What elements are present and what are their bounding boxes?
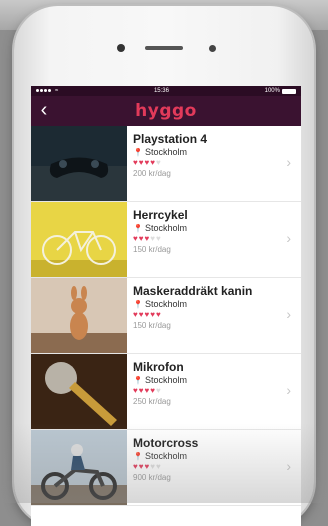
item-location: 📍 Stockholm — [133, 299, 301, 309]
location-text: Stockholm — [144, 451, 187, 461]
list-item[interactable]: Herrcykel 📍 Stockholm ♥♥♥♥♥ 150 kr/dag › — [31, 202, 301, 278]
item-thumbnail — [31, 430, 127, 505]
battery-icon — [281, 88, 296, 94]
item-location: 📍 Stockholm — [133, 147, 301, 157]
item-title: Herrcykel — [133, 208, 188, 222]
location-text: Stockholm — [144, 147, 187, 157]
front-camera — [117, 44, 125, 52]
location-text: Stockholm — [144, 375, 187, 385]
wifi-icon: ≈ — [55, 88, 59, 94]
item-title: Playstation 4 — [133, 132, 208, 146]
item-thumbnail — [31, 126, 127, 201]
pin-icon: 📍 — [133, 375, 143, 385]
status-bar: ≈ 15:36 100% — [31, 86, 301, 96]
speaker-grille — [145, 46, 183, 50]
item-title: Mikrofon — [133, 360, 184, 374]
rating-stars: ♥♥♥♥♥ — [133, 386, 162, 395]
rating-stars: ♥♥♥♥♥ — [133, 234, 162, 243]
item-price: 900 kr/dag — [133, 473, 171, 482]
item-price: 250 kr/dag — [133, 397, 171, 406]
item-info: Herrcykel 📍 Stockholm ♥♥♥♥♥ 150 kr/dag — [127, 202, 301, 277]
list-item[interactable]: Maskeraddräkt kanin 📍 Stockholm ♥♥♥♥♥ 15… — [31, 278, 301, 354]
app-logo: hyggo — [135, 101, 197, 121]
location-text: Stockholm — [144, 223, 187, 233]
pin-icon: 📍 — [133, 147, 143, 157]
item-info: Mikrofon 📍 Stockholm ♥♥♥♥♥ 250 kr/dag — [127, 354, 301, 429]
status-time: 15:36 — [153, 88, 169, 94]
rating-stars: ♥♥♥♥♥ — [133, 462, 162, 471]
item-info: Motorcross 📍 Stockholm ♥♥♥♥♥ 900 kr/dag — [127, 430, 301, 505]
back-button[interactable]: ‹ — [37, 99, 51, 121]
status-left: ≈ — [36, 88, 58, 94]
item-location: 📍 Stockholm — [133, 375, 301, 385]
rating-stars: ♥♥♥♥♥ — [133, 158, 162, 167]
app-screen: ≈ 15:36 100% ‹ hyggo Playstation 4 📍 Sto… — [31, 86, 301, 526]
pin-icon: 📍 — [133, 223, 143, 233]
chevron-right-icon: › — [286, 382, 291, 398]
item-title: Maskeraddräkt kanin — [133, 284, 253, 298]
item-price: 200 kr/dag — [133, 169, 171, 178]
item-location: 📍 Stockholm — [133, 451, 301, 461]
battery-indicator: 100% — [265, 88, 296, 94]
navigation-bar: ‹ hyggo — [31, 96, 301, 126]
chevron-left-icon: ‹ — [40, 99, 48, 121]
chevron-right-icon: › — [286, 230, 291, 246]
list-item[interactable]: Mikrofon 📍 Stockholm ♥♥♥♥♥ 250 kr/dag › — [31, 354, 301, 430]
item-price: 150 kr/dag — [133, 321, 171, 330]
list-item[interactable]: Playstation 4 📍 Stockholm ♥♥♥♥♥ 200 kr/d… — [31, 126, 301, 202]
phone-frame: ≈ 15:36 100% ‹ hyggo Playstation 4 📍 Sto… — [14, 6, 314, 526]
battery-percent: 100% — [264, 88, 280, 94]
item-location: 📍 Stockholm — [133, 223, 301, 233]
pin-icon: 📍 — [133, 299, 143, 309]
location-text: Stockholm — [144, 299, 187, 309]
pin-icon: 📍 — [133, 451, 143, 461]
item-list: Playstation 4 📍 Stockholm ♥♥♥♥♥ 200 kr/d… — [31, 126, 301, 506]
item-info: Maskeraddräkt kanin 📍 Stockholm ♥♥♥♥♥ 15… — [127, 278, 301, 353]
item-thumbnail — [31, 278, 127, 353]
item-price: 150 kr/dag — [133, 245, 171, 254]
chevron-right-icon: › — [286, 306, 291, 322]
item-info: Playstation 4 📍 Stockholm ♥♥♥♥♥ 200 kr/d… — [127, 126, 301, 201]
sensor — [209, 45, 216, 52]
item-title: Motorcross — [133, 436, 199, 450]
chevron-right-icon: › — [286, 458, 291, 474]
signal-icon — [36, 88, 52, 94]
item-thumbnail — [31, 202, 127, 277]
chevron-right-icon: › — [286, 154, 291, 170]
rating-stars: ♥♥♥♥♥ — [133, 310, 162, 319]
item-thumbnail — [31, 354, 127, 429]
list-item[interactable]: Motorcross 📍 Stockholm ♥♥♥♥♥ 900 kr/dag … — [31, 430, 301, 506]
